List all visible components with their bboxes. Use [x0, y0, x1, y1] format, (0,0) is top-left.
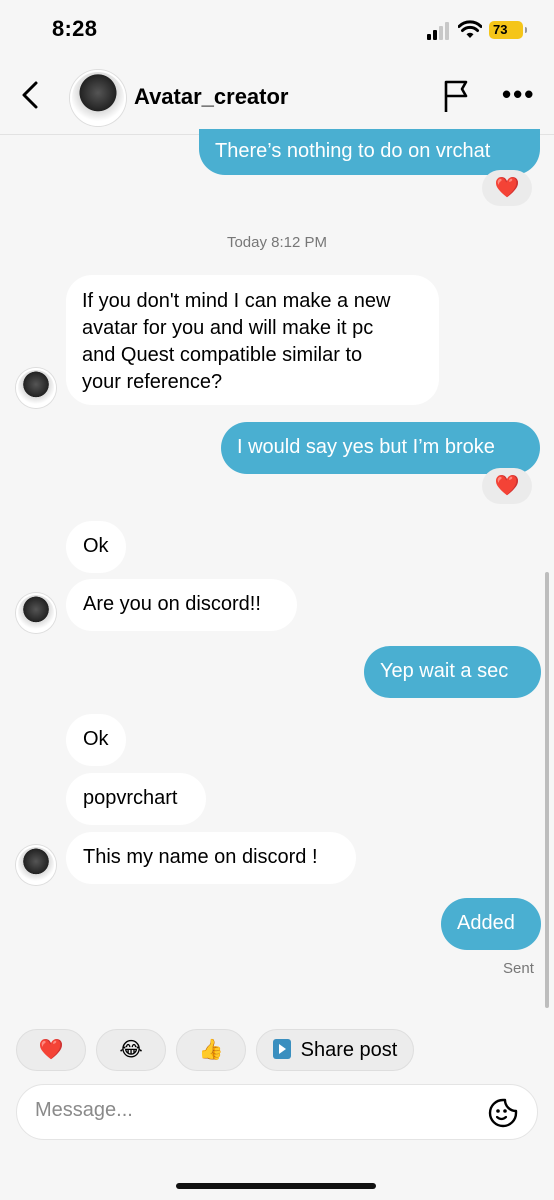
status-time: 8:28: [52, 16, 98, 41]
quick-reply-heart[interactable]: ❤️: [16, 1029, 86, 1071]
share-post-label: Share post: [300, 1039, 398, 1061]
message-bubble-incoming[interactable]: Ok: [66, 714, 126, 766]
message-text: This my name on discord !: [83, 846, 318, 868]
message-bubble-incoming[interactable]: Are you on discord!!: [66, 579, 297, 631]
message-bubble-incoming[interactable]: This my name on discord !: [66, 832, 356, 884]
message-text: Added: [457, 912, 515, 934]
scrollbar[interactable]: [545, 572, 549, 1008]
message-text: I would say yes but I’m broke: [237, 436, 495, 458]
message-bubble-incoming[interactable]: If you don't mind I can make a new avata…: [66, 275, 439, 405]
flag-icon[interactable]: [442, 78, 472, 114]
quick-reply-laugh[interactable]: 😂: [96, 1029, 166, 1071]
sent-status: Sent: [503, 960, 534, 977]
chat-header: Avatar_creator •••: [0, 58, 554, 135]
battery-indicator: 73: [489, 21, 527, 39]
message-bubble-outgoing[interactable]: I would say yes but I’m broke: [221, 422, 540, 474]
heart-reaction[interactable]: ❤️: [482, 468, 532, 504]
share-post-icon: [272, 1039, 291, 1059]
share-post-button[interactable]: Share post: [256, 1029, 414, 1071]
sender-avatar[interactable]: [16, 845, 56, 885]
heart-reaction[interactable]: ❤️: [482, 170, 532, 206]
message-text: popvrchart: [83, 787, 178, 809]
message-bubble-outgoing[interactable]: Added: [441, 898, 541, 950]
date-divider: Today 8:12 PM: [226, 234, 328, 251]
quick-reply-thumbs-up[interactable]: 👍: [176, 1029, 246, 1071]
signal-icon: [427, 22, 449, 40]
back-chevron-icon[interactable]: [18, 80, 42, 110]
contact-avatar[interactable]: [70, 70, 126, 126]
wifi-icon: [458, 20, 482, 38]
message-bubble-incoming[interactable]: Ok: [66, 521, 126, 573]
heart-icon: ❤️: [38, 1039, 64, 1061]
laughing-emoji-icon: 😂: [119, 1039, 143, 1061]
message-composer: [16, 1084, 538, 1140]
message-line: your reference?: [82, 371, 223, 393]
thumbs-up-icon: 👍: [198, 1039, 224, 1061]
more-icon[interactable]: •••: [502, 81, 535, 107]
message-bubble-outgoing[interactable]: Yep wait a sec: [364, 646, 541, 698]
message-bubble-incoming[interactable]: popvrchart: [66, 773, 206, 825]
sender-avatar[interactable]: [16, 368, 56, 408]
message-bubble-outgoing[interactable]: There’s nothing to do on vrchat: [199, 129, 540, 175]
message-line: and Quest compatible similar to: [82, 344, 363, 366]
message-line: If you don't mind I can make a new: [82, 290, 391, 312]
sticker-icon[interactable]: [487, 1097, 519, 1129]
message-line: avatar for you and will make it pc: [82, 317, 374, 339]
home-indicator[interactable]: [176, 1183, 376, 1189]
contact-name[interactable]: Avatar_creator: [134, 84, 289, 110]
message-text: Ok: [83, 535, 109, 557]
message-text: Ok: [83, 728, 109, 750]
message-text: There’s nothing to do on vrchat: [215, 140, 491, 162]
message-input[interactable]: [33, 1098, 477, 1123]
status-bar: 8:28 73: [0, 0, 554, 58]
sender-avatar[interactable]: [16, 593, 56, 633]
message-text: Are you on discord!!: [83, 593, 261, 615]
message-text: Yep wait a sec: [380, 660, 509, 682]
